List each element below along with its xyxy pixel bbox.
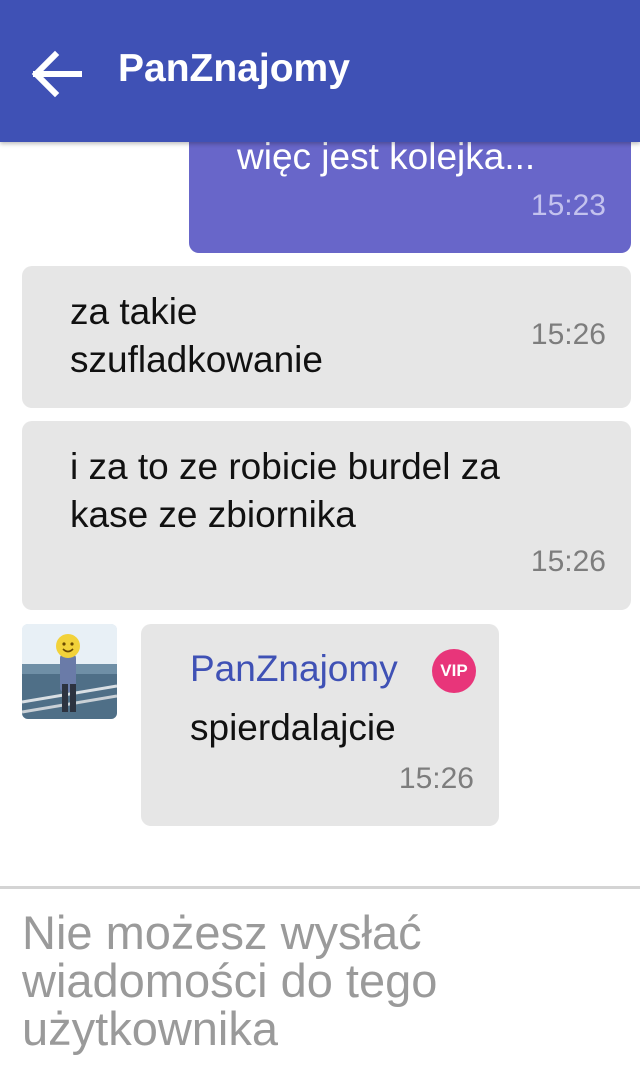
- message-bubble-incoming[interactable]: i za to ze robicie burdel za kase ze zbi…: [22, 421, 631, 610]
- sender-name[interactable]: PanZnajomy: [190, 648, 398, 690]
- chat-title[interactable]: PanZnajomy: [118, 47, 350, 91]
- message-bubble-incoming[interactable]: za takie szufladkowanie 15:26: [22, 266, 631, 408]
- message-text: i za to ze robicie burdel za kase ze zbi…: [70, 446, 500, 535]
- app-bar: PanZnajomy: [0, 0, 640, 142]
- arrow-left-icon: [31, 50, 82, 98]
- blocked-message-notice: Nie możesz wysłać wiadomości do tego uży…: [22, 906, 438, 1055]
- message-time: 15:26: [530, 545, 606, 578]
- avatar-photo: [22, 624, 117, 719]
- message-time: 15:23: [530, 189, 606, 222]
- message-text: spierdalajcie: [190, 707, 396, 748]
- message-time: 15:26: [530, 318, 606, 351]
- message-text: za takie szufladkowanie: [70, 291, 323, 380]
- vip-badge: VIP: [432, 649, 476, 693]
- composer-divider: [0, 886, 640, 889]
- back-button[interactable]: [24, 42, 88, 106]
- chat-screen: więc jest kolejka... 15:23 za takie szuf…: [0, 0, 640, 1065]
- message-time: 15:26: [398, 762, 474, 795]
- avatar[interactable]: [22, 624, 117, 719]
- message-text: więc jest kolejka...: [237, 136, 536, 177]
- message-bubble-incoming[interactable]: PanZnajomy VIP spierdalajcie 15:26: [141, 624, 499, 826]
